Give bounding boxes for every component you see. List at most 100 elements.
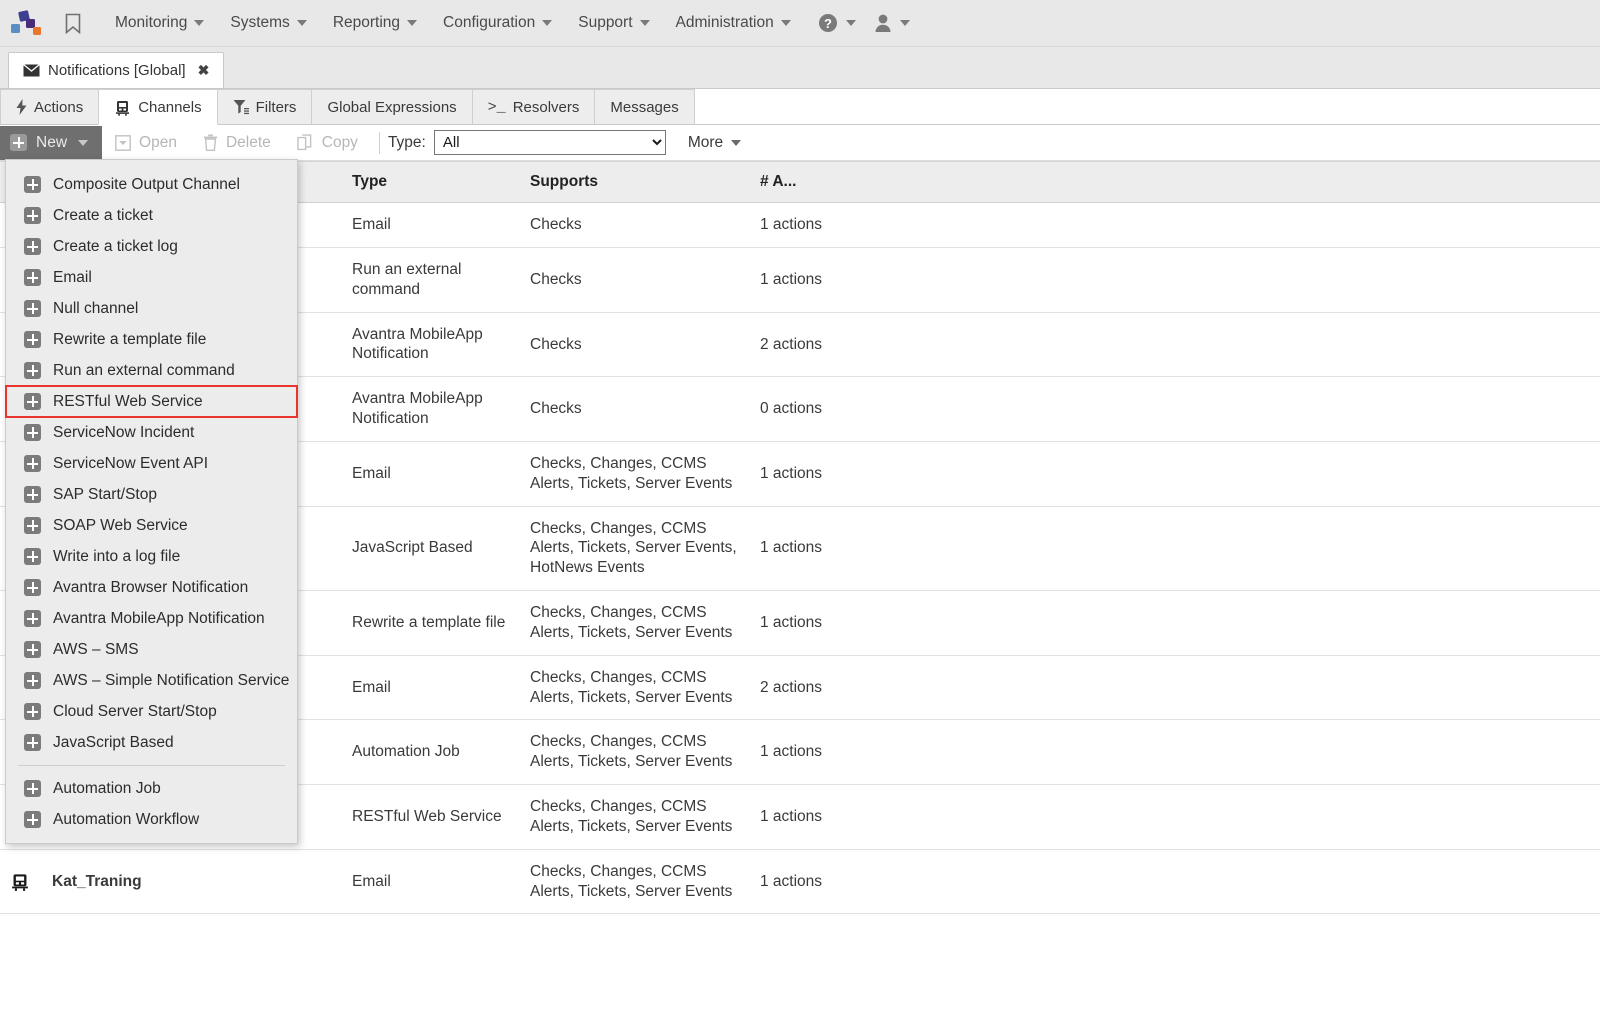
dropdown-item-label: Write into a log file <box>53 548 180 566</box>
tab-actions[interactable]: Actions <box>0 89 99 125</box>
plus-icon <box>24 300 41 317</box>
row-actions: 1 actions <box>750 441 930 506</box>
type-filter-select[interactable]: All <box>434 130 666 155</box>
open-button[interactable]: Open <box>102 126 190 160</box>
more-button[interactable]: More <box>688 134 741 152</box>
dropdown-item-automation-job[interactable]: Automation Job <box>6 773 297 804</box>
tab-filters[interactable]: Filters <box>217 89 313 125</box>
tab-label: Channels <box>138 99 201 116</box>
dropdown-item-create-a-ticket-log[interactable]: Create a ticket log <box>6 231 297 262</box>
row-supports: Checks, Changes, CCMS Alerts, Tickets, S… <box>520 655 750 720</box>
user-avatar-icon <box>874 13 892 33</box>
dropdown-item-create-a-ticket[interactable]: Create a ticket <box>6 200 297 231</box>
plus-icon <box>24 424 41 441</box>
dropdown-item-label: Automation Job <box>53 780 161 798</box>
tab-resolvers[interactable]: >_ Resolvers <box>472 89 596 125</box>
window-tab-strip: Notifications [Global] ✖ <box>0 47 1600 89</box>
close-icon[interactable]: ✖ <box>198 62 210 79</box>
plus-icon <box>24 517 41 534</box>
row-supports: Checks <box>520 248 750 313</box>
tab-global-expressions[interactable]: Global Expressions <box>311 89 472 125</box>
dropdown-item-aws-simple-notification-service[interactable]: AWS – Simple Notification Service <box>6 665 297 696</box>
new-channel-dropdown-menu[interactable]: Composite Output Channel Create a ticket C… <box>5 159 298 844</box>
row-actions: 1 actions <box>750 248 930 313</box>
plus-icon <box>24 331 41 348</box>
row-type: RESTful Web Service <box>342 785 520 850</box>
menu-item-label: Reporting <box>333 14 400 32</box>
row-spacer <box>930 203 1600 248</box>
row-spacer <box>930 441 1600 506</box>
window-tab-notifications[interactable]: Notifications [Global] ✖ <box>8 52 224 88</box>
dropdown-item-label: Automation Workflow <box>53 811 199 829</box>
plus-icon <box>24 734 41 751</box>
sub-tab-bar: Actions Channels Filters Global Expressi… <box>0 89 1600 125</box>
menu-item-reporting[interactable]: Reporting <box>320 10 430 36</box>
dropdown-item-run-an-external-command[interactable]: Run an external command <box>6 355 297 386</box>
dropdown-item-label: Email <box>53 269 92 287</box>
dropdown-item-javascript-based[interactable]: JavaScript Based <box>6 727 297 758</box>
delete-button[interactable]: Delete <box>190 126 284 160</box>
dropdown-item-label: Create a ticket <box>53 207 153 225</box>
plus-icon <box>10 134 27 151</box>
column-header-supports[interactable]: Supports <box>520 162 750 203</box>
user-menu-button[interactable] <box>866 10 918 36</box>
dropdown-item-rewrite-a-template-file[interactable]: Rewrite a template file <box>6 324 297 355</box>
dropdown-item-automation-workflow[interactable]: Automation Workflow <box>6 804 297 835</box>
row-spacer <box>930 720 1600 785</box>
avantra-logo[interactable] <box>10 8 50 38</box>
channel-row-icon <box>10 872 30 892</box>
tab-channels[interactable]: Channels <box>98 89 217 125</box>
column-header-type[interactable]: Type <box>342 162 520 203</box>
row-type: Rewrite a template file <box>342 591 520 656</box>
chevron-down-icon <box>846 20 856 26</box>
row-actions: 1 actions <box>750 785 930 850</box>
dropdown-item-sap-start-stop[interactable]: SAP Start/Stop <box>6 479 297 510</box>
row-supports: Checks, Changes, CCMS Alerts, Tickets, S… <box>520 720 750 785</box>
dropdown-item-label: Avantra Browser Notification <box>53 579 248 597</box>
dropdown-item-label: Composite Output Channel <box>53 176 240 194</box>
menu-item-administration[interactable]: Administration <box>663 10 804 36</box>
dropdown-item-composite-output-channel[interactable]: Composite Output Channel <box>6 169 297 200</box>
new-button[interactable]: New <box>0 126 102 160</box>
row-supports: Checks, Changes, CCMS Alerts, Tickets, S… <box>520 506 750 590</box>
chevron-down-icon <box>900 20 910 26</box>
tab-label: Messages <box>610 99 678 116</box>
row-type: Automation Job <box>342 720 520 785</box>
dropdown-item-write-into-a-log-file[interactable]: Write into a log file <box>6 541 297 572</box>
row-supports: Checks <box>520 203 750 248</box>
tab-label: Filters <box>256 99 297 116</box>
copy-button[interactable]: Copy <box>284 126 371 160</box>
help-button[interactable]: ? <box>810 10 864 36</box>
row-supports: Checks <box>520 377 750 442</box>
dropdown-item-servicenow-incident[interactable]: ServiceNow Incident <box>6 417 297 448</box>
bookmark-icon[interactable] <box>60 13 86 34</box>
plus-icon <box>24 610 41 627</box>
menu-item-support[interactable]: Support <box>565 10 662 36</box>
menu-item-monitoring[interactable]: Monitoring <box>102 10 217 36</box>
dropdown-item-aws-sms[interactable]: AWS – SMS <box>6 634 297 665</box>
table-row[interactable]: Kat_TraningEmailChecks, Changes, CCMS Al… <box>0 849 1600 914</box>
menu-item-systems[interactable]: Systems <box>217 10 319 36</box>
dropdown-item-soap-web-service[interactable]: SOAP Web Service <box>6 510 297 541</box>
plus-icon <box>24 207 41 224</box>
row-type: Email <box>342 849 520 914</box>
menu-item-configuration[interactable]: Configuration <box>430 10 565 36</box>
tab-messages[interactable]: Messages <box>594 89 694 125</box>
dropdown-item-null-channel[interactable]: Null channel <box>6 293 297 324</box>
plus-icon <box>24 548 41 565</box>
dropdown-item-avantra-browser-notification[interactable]: Avantra Browser Notification <box>6 572 297 603</box>
plus-icon <box>24 455 41 472</box>
column-header-actions[interactable]: # A... <box>750 162 930 203</box>
dropdown-item-cloud-server-start-stop[interactable]: Cloud Server Start/Stop <box>6 696 297 727</box>
dropdown-item-servicenow-event-api[interactable]: ServiceNow Event API <box>6 448 297 479</box>
chevron-down-icon <box>731 140 741 146</box>
plus-icon <box>24 393 41 410</box>
row-supports: Checks, Changes, CCMS Alerts, Tickets, S… <box>520 441 750 506</box>
dropdown-item-email[interactable]: Email <box>6 262 297 293</box>
menu-item-label: Configuration <box>443 14 535 32</box>
menu-item-label: Systems <box>230 14 289 32</box>
dropdown-item-restful-web-service[interactable]: RESTful Web Service <box>6 386 297 417</box>
dropdown-item-label: AWS – SMS <box>53 641 139 659</box>
dropdown-item-avantra-mobileapp-notification[interactable]: Avantra MobileApp Notification <box>6 603 297 634</box>
open-icon <box>115 135 131 151</box>
